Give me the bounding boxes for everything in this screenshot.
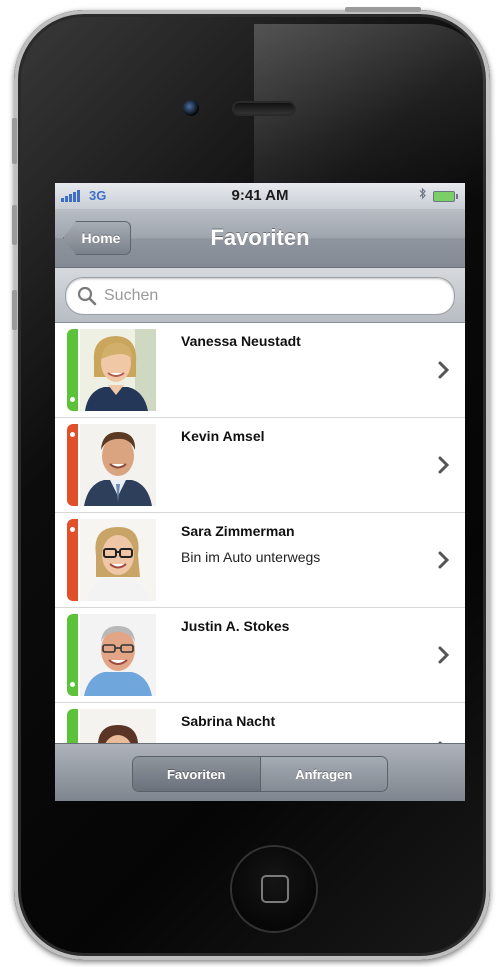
- avatar: [80, 614, 156, 696]
- front-camera: [183, 100, 199, 116]
- tab-favoriten[interactable]: Favoriten: [133, 757, 260, 791]
- list-item[interactable]: Vanessa Neustadt: [55, 323, 465, 418]
- presence-dot: [70, 397, 75, 402]
- list-item[interactable]: Justin A. Stokes: [55, 608, 465, 703]
- contact-name: Sara Zimmerman: [181, 523, 295, 539]
- home-square-icon: [261, 875, 289, 903]
- search-input[interactable]: [102, 286, 406, 306]
- page-title: Favoriten: [210, 225, 310, 250]
- avatar: [80, 424, 156, 506]
- contact-name: Justin A. Stokes: [181, 618, 290, 634]
- chevron-right-icon: [435, 454, 453, 476]
- screen: 3G 9:41 AM Home Favoriten Suchen Vanessa…: [55, 183, 465, 801]
- presence-dot: [70, 682, 75, 687]
- navigation-bar: Home Favoriten: [55, 209, 465, 268]
- tab-anfragen[interactable]: Anfragen: [259, 757, 387, 791]
- chevron-right-icon: [435, 549, 453, 571]
- earpiece-speaker: [234, 103, 294, 114]
- search-bar: [55, 268, 465, 323]
- status-bar: 3G 9:41 AM: [55, 183, 465, 209]
- chevron-right-icon: [435, 644, 453, 666]
- chevron-right-icon: [435, 359, 453, 381]
- search-icon: [76, 285, 100, 307]
- list-item[interactable]: Sara Zimmerman Bin im Auto unterwegs: [55, 513, 465, 608]
- favorites-list: Vanessa Neustadt Kevin Amsel Sara Zimmer…: [55, 323, 465, 798]
- contact-name: Vanessa Neustadt: [181, 333, 301, 349]
- volume-up-button[interactable]: [12, 205, 17, 245]
- contact-name: Kevin Amsel: [181, 428, 265, 444]
- presence-dot: [70, 527, 75, 532]
- avatar: [80, 519, 156, 601]
- search-field[interactable]: [65, 277, 455, 315]
- segmented-control: Favoriten Anfragen: [132, 756, 388, 792]
- clock: 9:41 AM: [231, 187, 289, 204]
- avatar: [80, 329, 156, 411]
- list-item[interactable]: Kevin Amsel: [55, 418, 465, 513]
- battery-icon: [433, 191, 458, 202]
- mute-switch[interactable]: [12, 118, 17, 164]
- power-button[interactable]: [345, 7, 421, 12]
- volume-down-button[interactable]: [12, 290, 17, 330]
- bottom-toolbar: Favoriten Anfragen: [55, 743, 465, 801]
- home-button[interactable]: [232, 847, 316, 931]
- presence-dot: [70, 432, 75, 437]
- contact-status-message: Bin im Auto unterwegs: [181, 549, 321, 565]
- bluetooth-icon: [419, 187, 427, 203]
- contact-name: Sabrina Nacht: [181, 713, 276, 729]
